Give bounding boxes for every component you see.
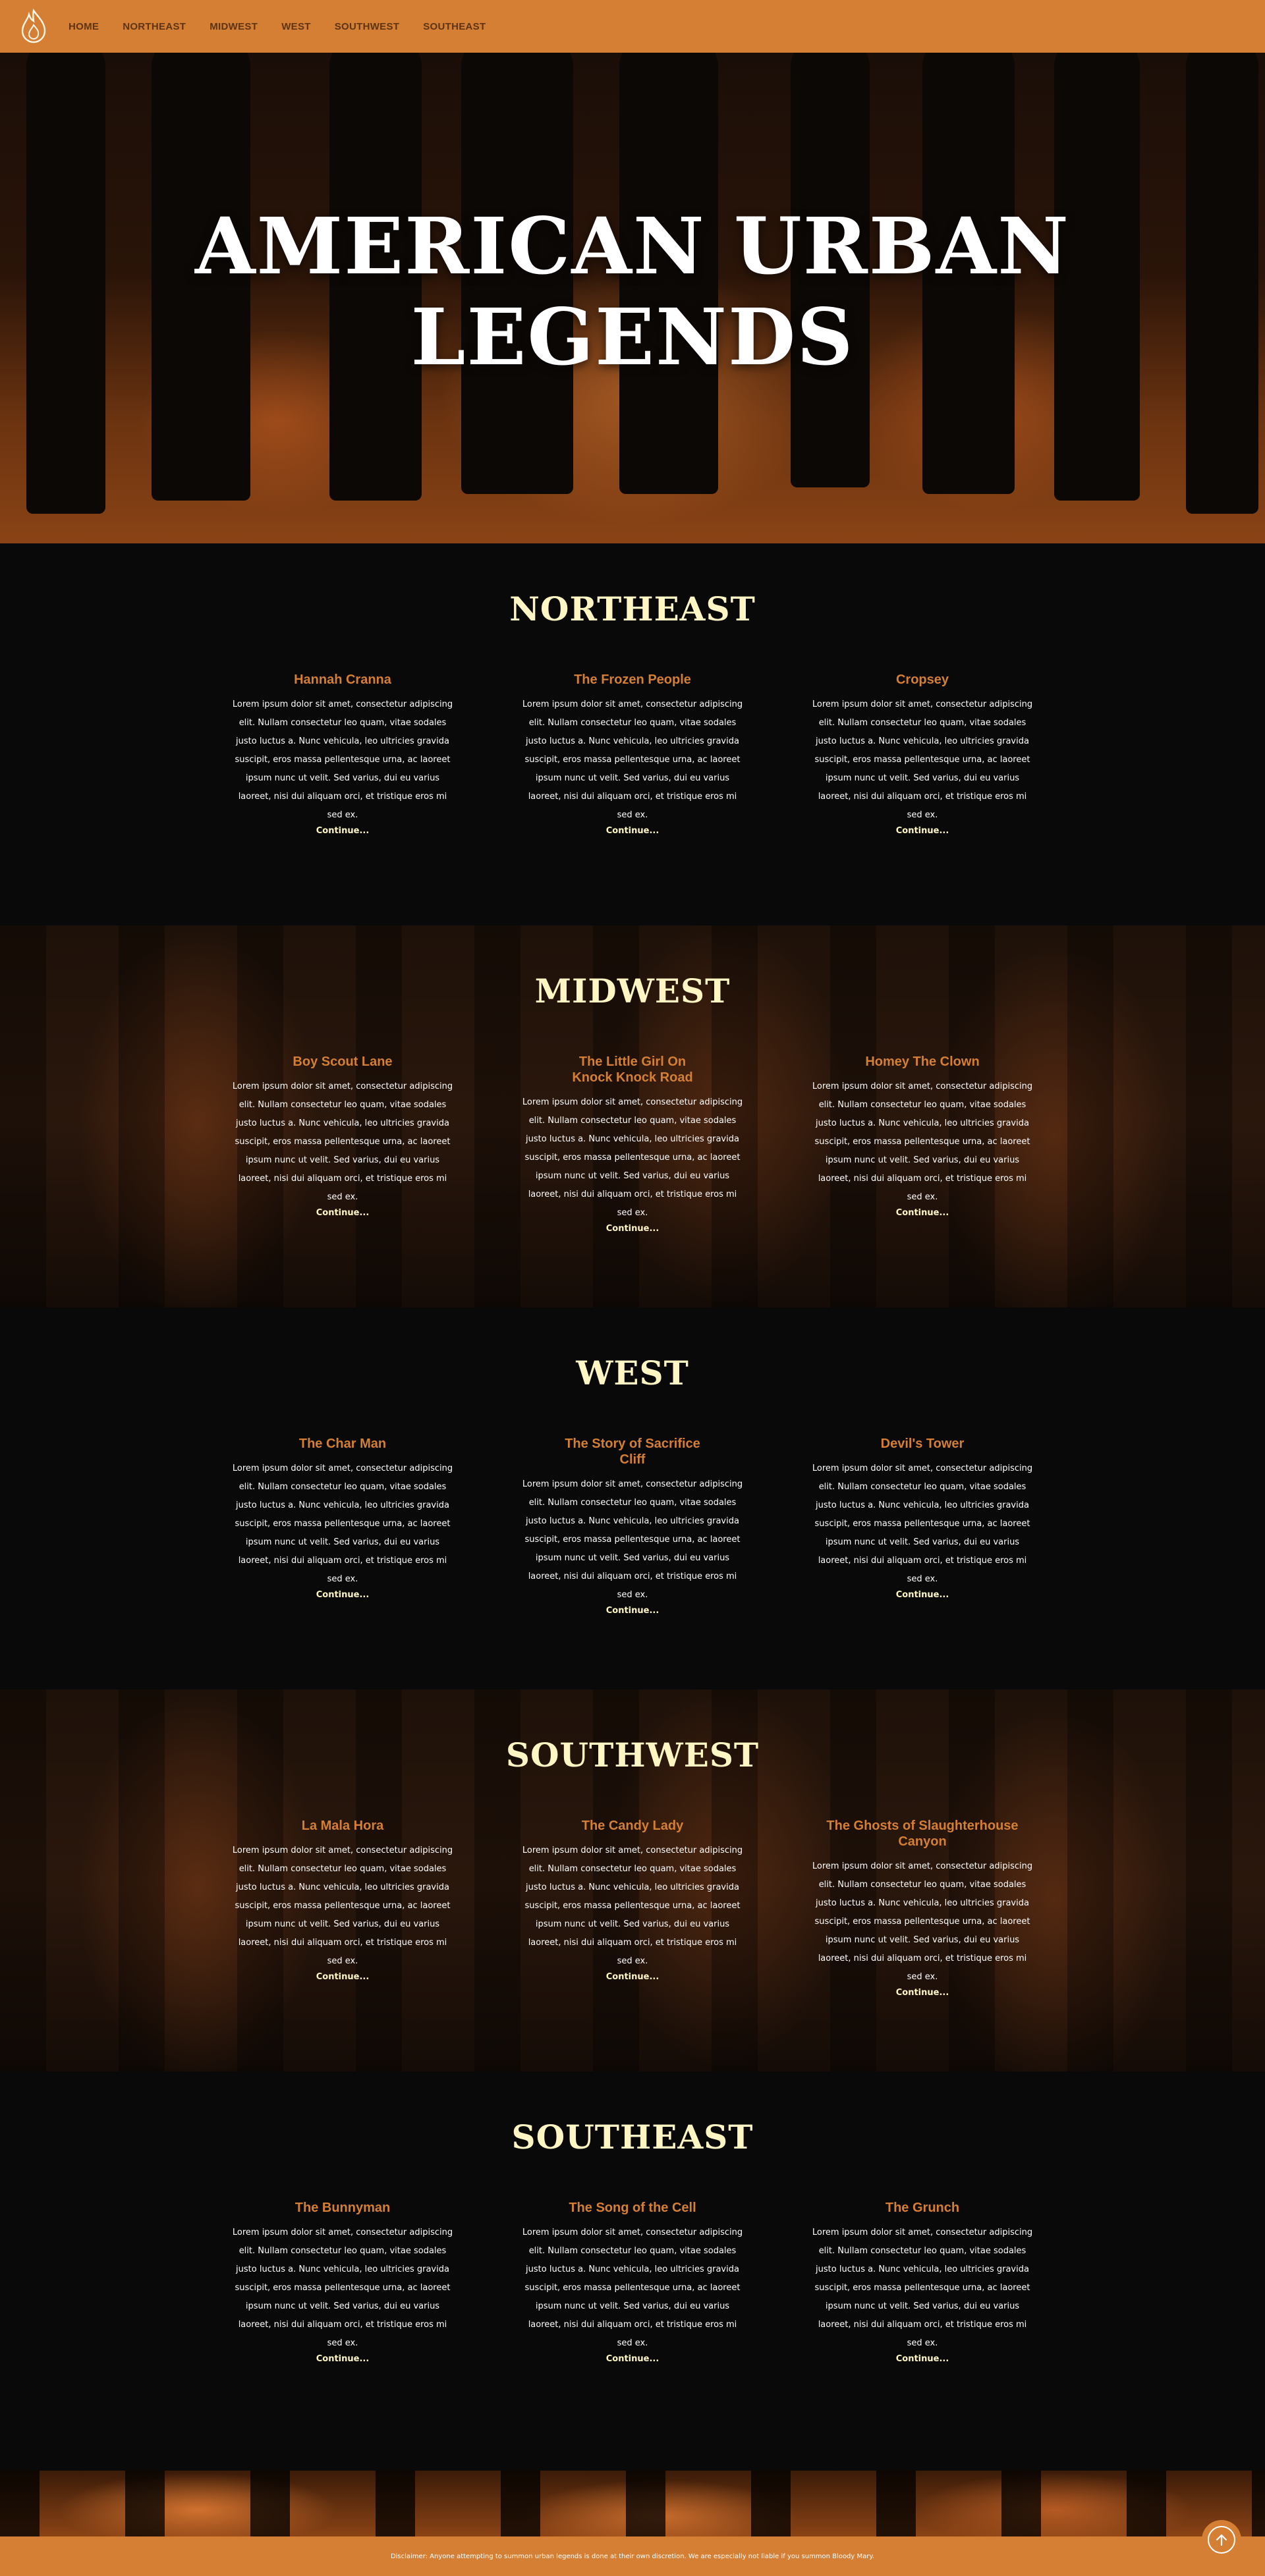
card-title[interactable]: Boy Scout Lane xyxy=(270,1054,415,1070)
continue-link[interactable]: Continue... xyxy=(316,1208,370,1218)
footer-disclaimer: Disclaimer: Anyone attempting to summon … xyxy=(390,2552,875,2560)
card-title[interactable]: The Grunch xyxy=(850,2200,995,2216)
legend-card: The Little Girl On Knock Knock Road Lore… xyxy=(520,1054,745,1234)
continue-link[interactable]: Continue... xyxy=(316,826,370,836)
continue-link[interactable]: Continue... xyxy=(316,2354,370,2364)
continue-link[interactable]: Continue... xyxy=(896,1590,949,1600)
footer: Disclaimer: Anyone attempting to summon … xyxy=(0,2536,1265,2576)
card-title[interactable]: The Ghosts of Slaughterhouse Canyon xyxy=(810,1818,1034,1850)
hero-title-line2: LEGENDS xyxy=(410,291,855,383)
continue-link[interactable]: Continue... xyxy=(316,1590,370,1600)
nav-link-west[interactable]: WEST xyxy=(281,21,311,32)
card-title[interactable]: The Char Man xyxy=(270,1436,415,1452)
card-body: Lorem ipsum dolor sit amet, consectetur … xyxy=(232,1464,453,1584)
flame-logo-icon[interactable] xyxy=(18,8,49,45)
hero-banner: AMERICAN URBAN LEGENDS xyxy=(0,53,1265,543)
region-title: SOUTHWEST xyxy=(505,1736,760,1774)
back-to-top-ring xyxy=(1208,2526,1235,2554)
arrow-up-icon xyxy=(1216,2534,1227,2546)
card-body: Lorem ipsum dolor sit amet, consectetur … xyxy=(812,1082,1033,1202)
legend-card: Cropsey Lorem ipsum dolor sit amet, cons… xyxy=(810,672,1034,836)
card-title[interactable]: The Little Girl On Knock Knock Road xyxy=(560,1054,705,1085)
section-southwest: SOUTHWEST La Mala Hora Lorem ipsum dolor… xyxy=(0,1689,1265,2071)
card-body: Lorem ipsum dolor sit amet, consectetur … xyxy=(812,699,1033,820)
nav-link-home[interactable]: HOME xyxy=(69,21,99,32)
card-title[interactable]: La Mala Hora xyxy=(270,1818,415,1834)
nav-link-northeast[interactable]: NORTHEAST xyxy=(123,21,186,32)
region-title: MIDWEST xyxy=(534,972,731,1010)
continue-link[interactable]: Continue... xyxy=(316,1972,370,1982)
legend-card: The Grunch Lorem ipsum dolor sit amet, c… xyxy=(810,2200,1034,2365)
legend-card: Hannah Cranna Lorem ipsum dolor sit amet… xyxy=(231,672,455,836)
back-to-top-button[interactable] xyxy=(1202,2520,1241,2560)
region-title: SOUTHEAST xyxy=(511,2118,754,2156)
legend-card: The Char Man Lorem ipsum dolor sit amet,… xyxy=(231,1436,455,1601)
card-body: Lorem ipsum dolor sit amet, consectetur … xyxy=(812,1464,1033,1584)
region-title: NORTHEAST xyxy=(509,589,756,628)
section-northeast: NORTHEAST Hannah Cranna Lorem ipsum dolo… xyxy=(0,543,1265,925)
card-body: Lorem ipsum dolor sit amet, consectetur … xyxy=(522,699,743,820)
nav-link-southeast[interactable]: SOUTHEAST xyxy=(423,21,486,32)
card-title[interactable]: The Song of the Cell xyxy=(560,2200,705,2216)
card-body: Lorem ipsum dolor sit amet, consectetur … xyxy=(522,1846,743,1966)
section-midwest: MIDWEST Boy Scout Lane Lorem ipsum dolor… xyxy=(0,925,1265,1307)
card-body: Lorem ipsum dolor sit amet, consectetur … xyxy=(522,2228,743,2348)
card-body: Lorem ipsum dolor sit amet, consectetur … xyxy=(232,699,453,820)
nav-links: HOME NORTHEAST MIDWEST WEST SOUTHWEST SO… xyxy=(69,21,509,32)
hero-title: AMERICAN URBAN LEGENDS xyxy=(0,201,1265,383)
card-title[interactable]: Homey The Clown xyxy=(850,1054,995,1070)
top-nav: HOME NORTHEAST MIDWEST WEST SOUTHWEST SO… xyxy=(0,0,1265,53)
legend-card: The Story of Sacrifice Cliff Lorem ipsum… xyxy=(520,1436,745,1616)
legend-card: La Mala Hora Lorem ipsum dolor sit amet,… xyxy=(231,1818,455,1983)
nav-link-southwest[interactable]: SOUTHWEST xyxy=(335,21,400,32)
section-southeast: SOUTHEAST The Bunnyman Lorem ipsum dolor… xyxy=(0,2071,1265,2471)
card-body: Lorem ipsum dolor sit amet, consectetur … xyxy=(232,2228,453,2348)
card-title[interactable]: The Candy Lady xyxy=(560,1818,705,1834)
card-title[interactable]: Devil's Tower xyxy=(850,1436,995,1452)
section-west: WEST The Char Man Lorem ipsum dolor sit … xyxy=(0,1307,1265,1689)
hero-title-line1: AMERICAN URBAN xyxy=(195,200,1070,292)
continue-link[interactable]: Continue... xyxy=(606,1224,660,1234)
region-title: WEST xyxy=(576,1354,689,1392)
card-body: Lorem ipsum dolor sit amet, consectetur … xyxy=(522,1479,743,1600)
continue-link[interactable]: Continue... xyxy=(896,1988,949,1998)
legend-card: The Candy Lady Lorem ipsum dolor sit ame… xyxy=(520,1818,745,1983)
continue-link[interactable]: Continue... xyxy=(896,1208,949,1218)
continue-link[interactable]: Continue... xyxy=(606,1972,660,1982)
legend-card: The Bunnyman Lorem ipsum dolor sit amet,… xyxy=(231,2200,455,2365)
continue-link[interactable]: Continue... xyxy=(606,2354,660,2364)
card-body: Lorem ipsum dolor sit amet, consectetur … xyxy=(812,2228,1033,2348)
continue-link[interactable]: Continue... xyxy=(606,826,660,836)
continue-link[interactable]: Continue... xyxy=(896,2354,949,2364)
legend-card: Boy Scout Lane Lorem ipsum dolor sit ame… xyxy=(231,1054,455,1219)
card-body: Lorem ipsum dolor sit amet, consectetur … xyxy=(232,1082,453,1202)
card-body: Lorem ipsum dolor sit amet, consectetur … xyxy=(812,1861,1033,1982)
continue-link[interactable]: Continue... xyxy=(896,826,949,836)
card-title[interactable]: The Story of Sacrifice Cliff xyxy=(560,1436,705,1467)
card-body: Lorem ipsum dolor sit amet, consectetur … xyxy=(232,1846,453,1966)
card-body: Lorem ipsum dolor sit amet, consectetur … xyxy=(522,1097,743,1218)
legend-card: The Song of the Cell Lorem ipsum dolor s… xyxy=(520,2200,745,2365)
legend-card: The Ghosts of Slaughterhouse Canyon Lore… xyxy=(810,1818,1034,1998)
legend-card: The Frozen People Lorem ipsum dolor sit … xyxy=(520,672,745,836)
card-title[interactable]: The Bunnyman xyxy=(270,2200,415,2216)
legend-card: Devil's Tower Lorem ipsum dolor sit amet… xyxy=(810,1436,1034,1601)
card-title[interactable]: The Frozen People xyxy=(560,672,705,688)
card-title[interactable]: Hannah Cranna xyxy=(270,672,415,688)
footer-image-strip xyxy=(0,2471,1265,2536)
card-title[interactable]: Cropsey xyxy=(850,672,995,688)
nav-link-midwest[interactable]: MIDWEST xyxy=(210,21,258,32)
legend-card: Homey The Clown Lorem ipsum dolor sit am… xyxy=(810,1054,1034,1219)
continue-link[interactable]: Continue... xyxy=(606,1606,660,1616)
